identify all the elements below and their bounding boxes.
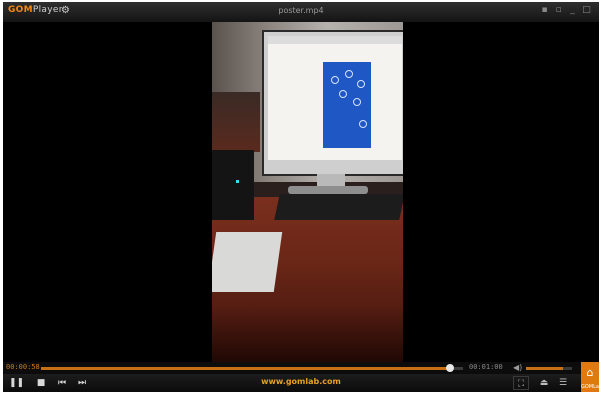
- video-area[interactable]: [3, 22, 599, 362]
- seek-handle[interactable]: [446, 364, 455, 372]
- volume-icon[interactable]: ◀): [513, 363, 522, 372]
- video-monitor-screen: [268, 36, 402, 160]
- poster-circle: [331, 76, 339, 84]
- video-monitor-base: [288, 186, 368, 194]
- control-panel-icon[interactable]: ⛶: [513, 376, 529, 390]
- video-paper: [212, 232, 283, 292]
- eject-icon[interactable]: ⏏: [536, 376, 552, 390]
- seek-progress: [41, 367, 451, 370]
- video-led: [236, 180, 239, 183]
- poster-circle: [359, 120, 367, 128]
- volume-level: [526, 367, 563, 370]
- seek-row: 00:00:58 00:01:00 ◀): [3, 362, 599, 374]
- seek-bar[interactable]: [41, 364, 463, 372]
- video-floor: [212, 302, 403, 362]
- mini-mode-icon[interactable]: ▫: [553, 5, 564, 16]
- file-name: poster.mp4: [278, 6, 324, 15]
- poster-circle: [353, 98, 361, 106]
- playlist-icon[interactable]: ☰: [555, 376, 571, 390]
- gom-player-window: GOMPlayer ⚙ poster.mp4 ▪ ▫ _ □ 00:00:58 …: [3, 2, 599, 392]
- poster-circle: [345, 70, 353, 78]
- current-time: 00:00:58: [6, 363, 40, 371]
- video-frame: [212, 22, 403, 362]
- maximize-icon[interactable]: □: [581, 5, 592, 16]
- video-screen-toolbar: [268, 36, 402, 44]
- home-label: GOMLab: [581, 384, 599, 390]
- pin-icon[interactable]: ▪: [539, 5, 550, 16]
- poster-circle: [357, 80, 365, 88]
- video-monitor: [262, 30, 403, 176]
- total-time: 00:01:00: [469, 363, 503, 371]
- video-poster-on-screen: [323, 62, 371, 148]
- poster-circle: [339, 90, 347, 98]
- volume-slider[interactable]: [526, 367, 572, 370]
- home-icon: ⌂: [586, 366, 594, 379]
- gomlab-link[interactable]: www.gomlab.com: [3, 377, 599, 386]
- video-keyboard: [274, 194, 403, 220]
- title-bar[interactable]: GOMPlayer ⚙ poster.mp4 ▪ ▫ _ □: [3, 2, 599, 22]
- video-chairs: [212, 92, 260, 152]
- minimize-icon[interactable]: _: [567, 5, 578, 16]
- gomlab-home-button[interactable]: ⌂ GOMLab: [581, 362, 599, 392]
- video-pc-tower: [212, 150, 254, 220]
- control-bar: ❚❚ ■ ⏮ ⏭ www.gomlab.com ⛶ ⏏ ☰: [3, 374, 599, 392]
